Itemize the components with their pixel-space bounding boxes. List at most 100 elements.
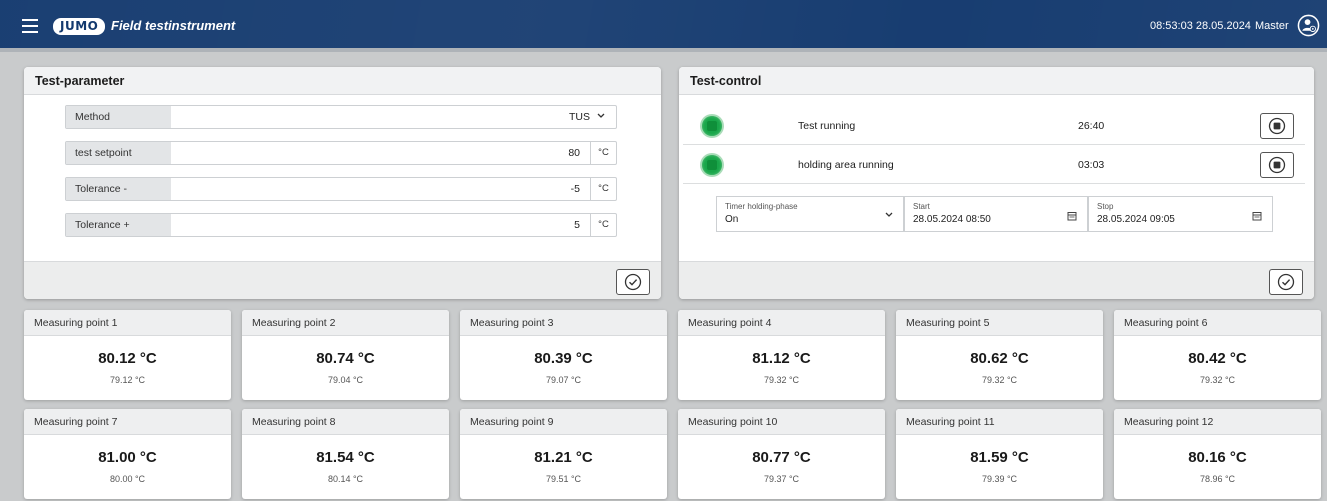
menu-icon[interactable]	[22, 19, 38, 33]
app-header: JUMO Field testinstrument 08:53:03 28.05…	[0, 0, 1327, 52]
test-setpoint-unit: °C	[590, 142, 616, 164]
holding-area-label: holding area running	[798, 159, 894, 171]
measuring-point-value: 80.77 °C	[752, 449, 811, 466]
measuring-point-value: 81.21 °C	[534, 449, 593, 466]
measuring-point-subvalue: 80.00 °C	[109, 474, 146, 484]
measuring-point-card: Measuring point 9 81.21 °C 79.51 °C	[460, 409, 667, 499]
measuring-point-card: Measuring point 2 80.74 °C 79.04 °C	[242, 310, 449, 400]
check-circle-icon	[624, 273, 642, 291]
measuring-point-name: Measuring point 9	[460, 409, 667, 435]
tolerance-plus-field[interactable]: Tolerance + 5 °C	[65, 213, 617, 237]
status-led-icon	[702, 116, 722, 136]
stop-datetime-field[interactable]: Stop 28.05.2024 09:05	[1088, 196, 1273, 232]
test-parameter-footer	[24, 261, 661, 299]
timer-holding-phase-value[interactable]: On	[725, 214, 738, 225]
measuring-point-card: Measuring point 4 81.12 °C 79.32 °C	[678, 310, 885, 400]
measuring-point-name: Measuring point 12	[1114, 409, 1321, 435]
measuring-point-card: Measuring point 10 80.77 °C 79.37 °C	[678, 409, 885, 499]
tolerance-minus-field[interactable]: Tolerance - -5 °C	[65, 177, 617, 201]
tolerance-plus-label: Tolerance +	[66, 214, 171, 236]
test-setpoint-field[interactable]: test setpoint 80 °C	[65, 141, 617, 165]
measuring-point-value: 81.54 °C	[316, 449, 375, 466]
measuring-point-name: Measuring point 2	[242, 310, 449, 336]
holding-stop-button[interactable]	[1260, 152, 1294, 178]
stop-label: Stop	[1097, 202, 1114, 211]
measuring-point-card: Measuring point 1 80.12 °C 79.12 °C	[24, 310, 231, 400]
measuring-point-subvalue: 78.96 °C	[1199, 474, 1236, 484]
measuring-point-card: Measuring point 5 80.62 °C 79.32 °C	[896, 310, 1103, 400]
test-parameter-panel: Test-parameter Method TUS test setpoint …	[24, 67, 661, 299]
measuring-point-name: Measuring point 10	[678, 409, 885, 435]
control-confirm-button[interactable]	[1269, 269, 1303, 295]
measuring-point-card: Measuring point 8 81.54 °C 80.14 °C	[242, 409, 449, 499]
stop-circle-icon	[1268, 117, 1286, 135]
method-select[interactable]: Method TUS	[65, 105, 617, 129]
holding-area-time: 03:03	[1078, 159, 1105, 171]
user-name: Master	[1255, 20, 1289, 32]
stop-value[interactable]: 28.05.2024 09:05	[1097, 214, 1175, 225]
measuring-point-value: 81.59 °C	[970, 449, 1029, 466]
measuring-point-name: Measuring point 6	[1114, 310, 1321, 336]
test-control-title: Test-control	[679, 67, 1314, 95]
calendar-icon[interactable]	[1067, 211, 1077, 221]
measuring-point-name: Measuring point 1	[24, 310, 231, 336]
app-title: Field testinstrument	[111, 18, 236, 33]
timer-holding-phase-select[interactable]: Timer holding-phase On	[716, 196, 904, 232]
measuring-point-value: 81.12 °C	[752, 350, 811, 367]
stop-circle-icon	[1268, 156, 1286, 174]
measuring-point-name: Measuring point 8	[242, 409, 449, 435]
measuring-point-subvalue: 79.39 °C	[981, 474, 1018, 484]
start-label: Start	[913, 202, 930, 211]
measuring-point-value: 80.74 °C	[316, 350, 375, 367]
measuring-point-subvalue: 80.14 °C	[327, 474, 364, 484]
test-running-time: 26:40	[1078, 120, 1105, 132]
test-running-label: Test running	[798, 120, 856, 132]
chevron-down-icon[interactable]	[885, 212, 893, 218]
check-circle-icon	[1277, 273, 1295, 291]
method-label: Method	[66, 106, 171, 128]
measuring-point-card: Measuring point 7 81.00 °C 80.00 °C	[24, 409, 231, 499]
tolerance-plus-value[interactable]: 5	[574, 214, 580, 236]
measuring-point-value: 80.12 °C	[98, 350, 157, 367]
measuring-point-name: Measuring point 7	[24, 409, 231, 435]
timer-holding-phase-label: Timer holding-phase	[725, 202, 798, 211]
measuring-point-subvalue: 79.32 °C	[981, 375, 1018, 385]
parameter-confirm-button[interactable]	[616, 269, 650, 295]
test-stop-button[interactable]	[1260, 113, 1294, 139]
chevron-down-icon[interactable]	[597, 113, 605, 119]
datetime-display: 08:53:03 28.05.2024	[1150, 20, 1251, 32]
measuring-point-subvalue: 79.07 °C	[545, 375, 582, 385]
measuring-point-subvalue: 79.32 °C	[763, 375, 800, 385]
jumo-logo: JUMO	[53, 18, 106, 35]
measuring-point-value: 80.62 °C	[970, 350, 1029, 367]
measuring-point-name: Measuring point 3	[460, 310, 667, 336]
measuring-point-name: Measuring point 5	[896, 310, 1103, 336]
measuring-point-subvalue: 79.32 °C	[1199, 375, 1236, 385]
measuring-point-value: 80.42 °C	[1188, 350, 1247, 367]
measuring-point-card: Measuring point 6 80.42 °C 79.32 °C	[1114, 310, 1321, 400]
measuring-point-value: 81.00 °C	[98, 449, 157, 466]
tolerance-minus-unit: °C	[590, 178, 616, 200]
measuring-point-name: Measuring point 11	[896, 409, 1103, 435]
test-control-panel: Test-control Test running 26:40 holding …	[679, 67, 1314, 299]
start-datetime-field[interactable]: Start 28.05.2024 08:50	[904, 196, 1088, 232]
tolerance-plus-unit: °C	[590, 214, 616, 236]
measuring-point-subvalue: 79.37 °C	[763, 474, 800, 484]
status-led-icon	[702, 155, 722, 175]
test-running-row: Test running 26:40	[683, 107, 1305, 145]
tolerance-minus-label: Tolerance -	[66, 178, 171, 200]
measuring-point-card: Measuring point 3 80.39 °C 79.07 °C	[460, 310, 667, 400]
user-profile-icon[interactable]	[1297, 14, 1320, 37]
measuring-point-value: 80.39 °C	[534, 350, 593, 367]
measuring-point-subvalue: 79.51 °C	[545, 474, 582, 484]
measuring-point-subvalue: 79.12 °C	[109, 375, 146, 385]
measuring-point-card: Measuring point 11 81.59 °C 79.39 °C	[896, 409, 1103, 499]
test-setpoint-value[interactable]: 80	[568, 142, 580, 164]
calendar-icon[interactable]	[1252, 211, 1262, 221]
holding-area-row: holding area running 03:03	[683, 146, 1305, 184]
tolerance-minus-value[interactable]: -5	[571, 178, 580, 200]
method-value[interactable]: TUS	[569, 106, 590, 128]
measuring-point-name: Measuring point 4	[678, 310, 885, 336]
test-control-footer	[679, 261, 1314, 299]
start-value[interactable]: 28.05.2024 08:50	[913, 214, 991, 225]
